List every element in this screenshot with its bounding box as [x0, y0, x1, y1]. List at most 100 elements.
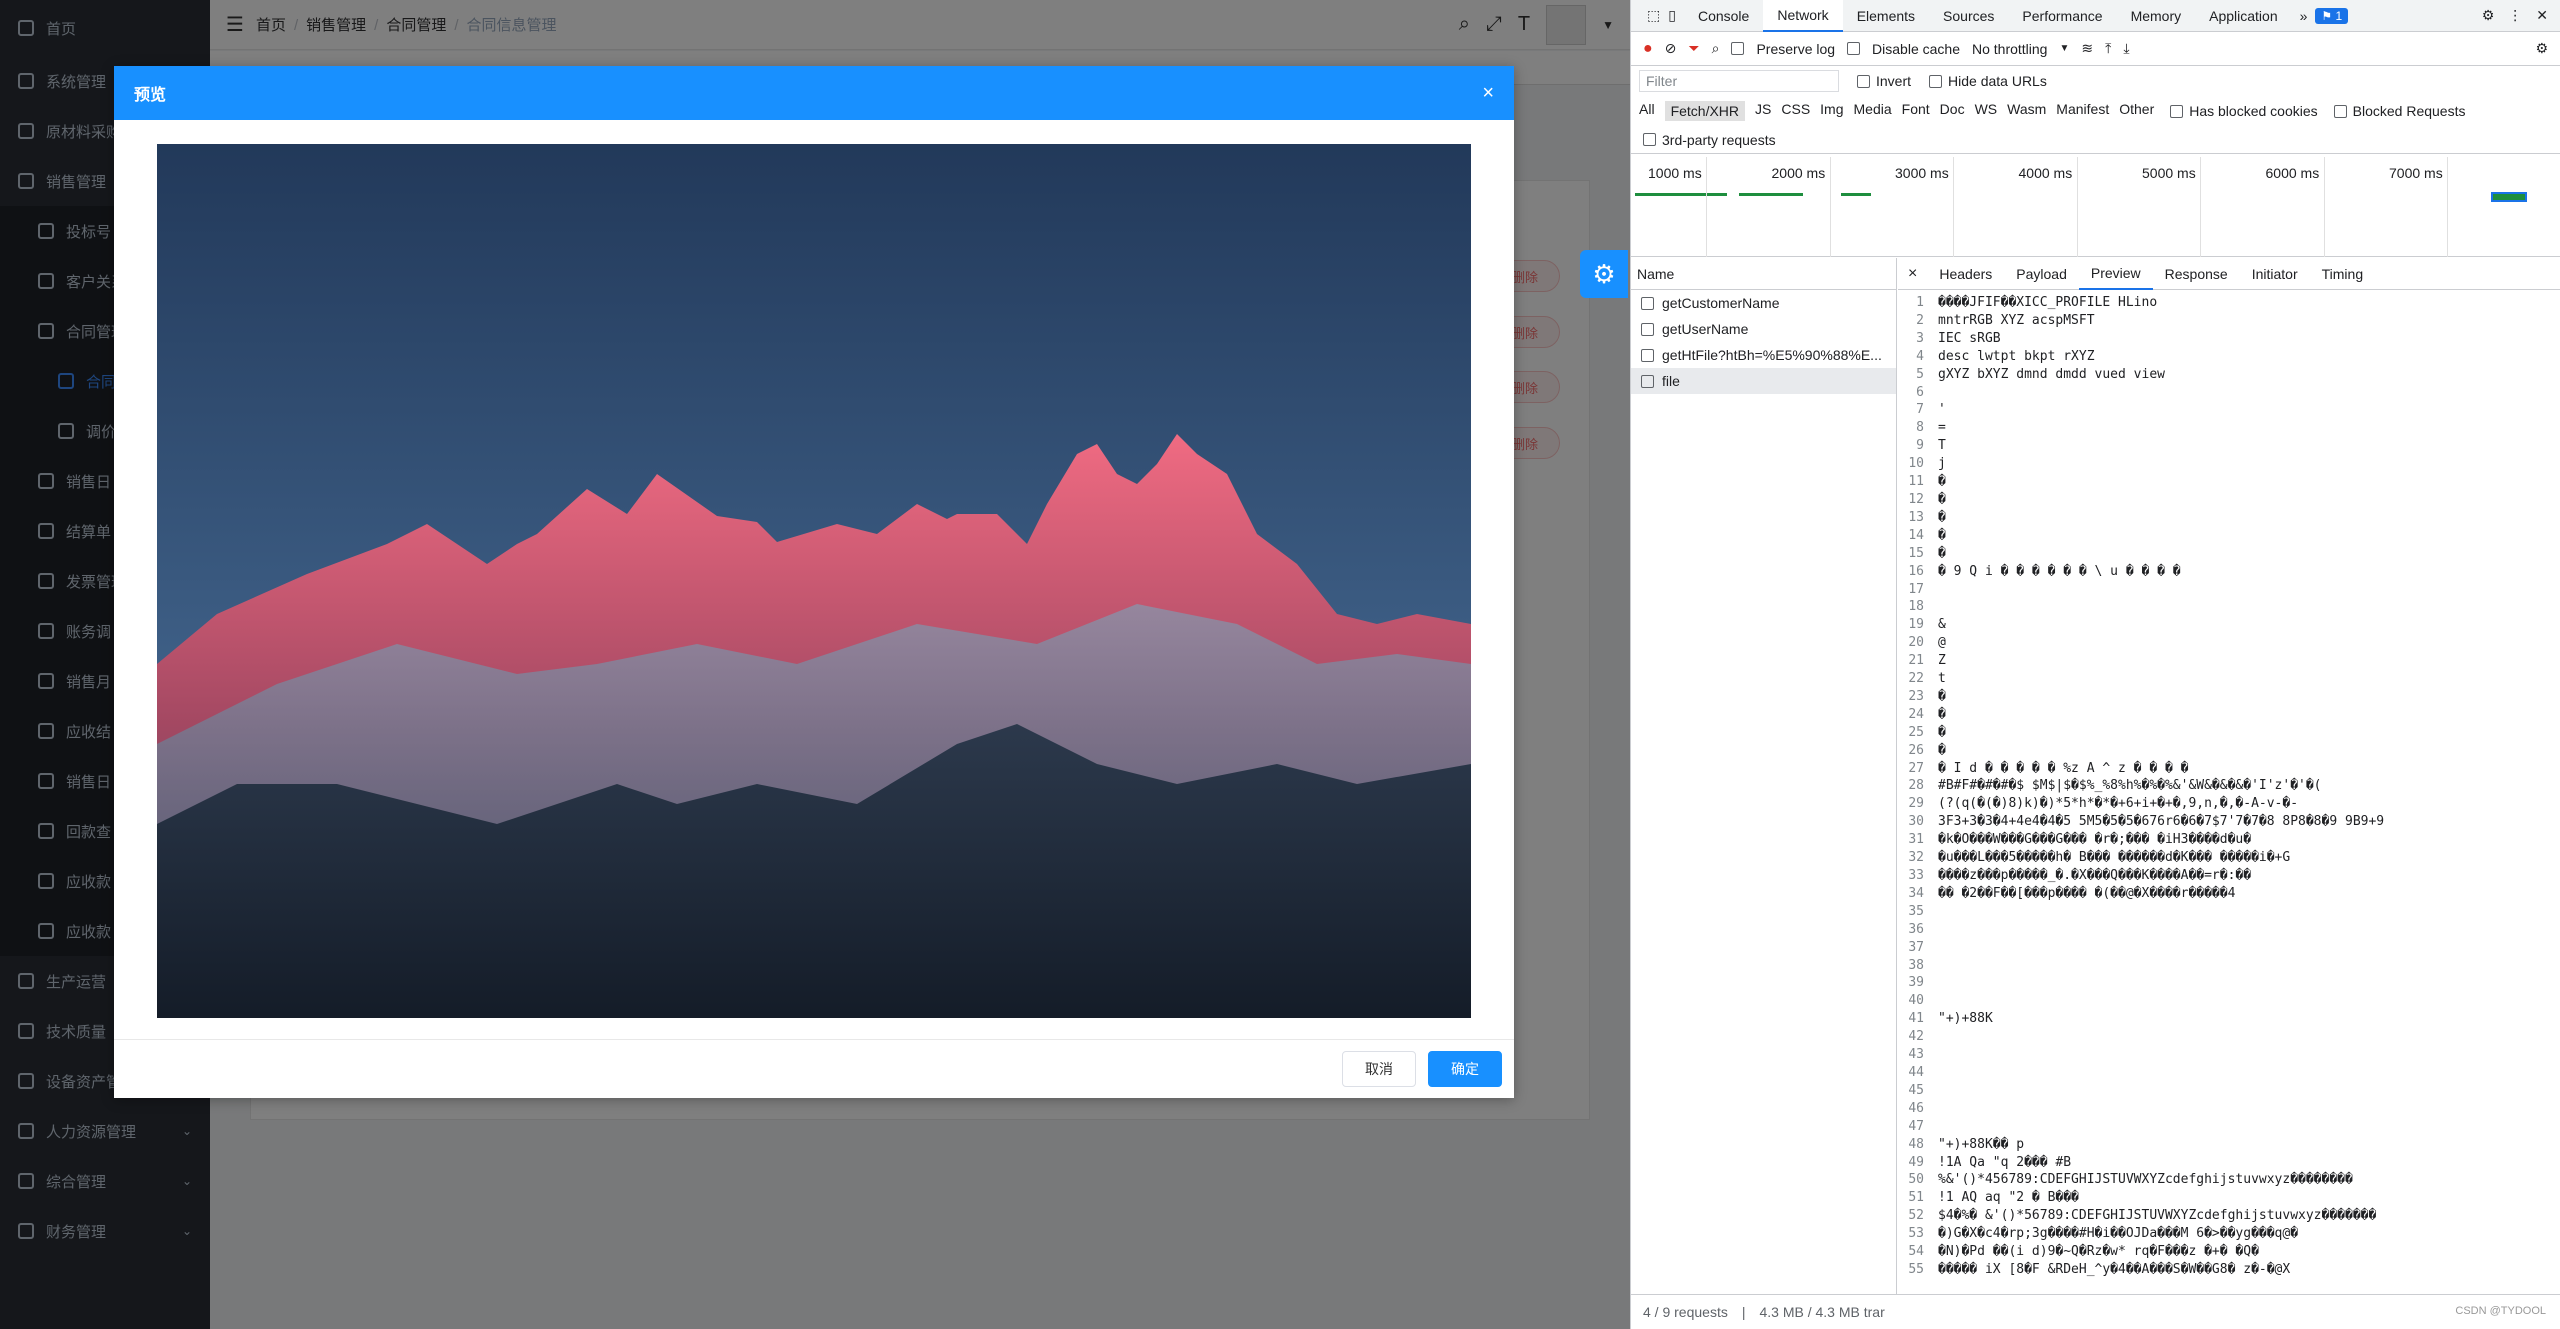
chevron-down-icon[interactable]: ▼ [2059, 43, 2069, 54]
preserve-log-checkbox[interactable] [1731, 42, 1745, 55]
line-text: �� �2��F��[���p���� �(��@�X����r�����4 [1938, 885, 2236, 901]
line-number: 35 [1908, 903, 1924, 919]
code-line: 26 � [1898, 742, 2560, 760]
timeline-gridline [1706, 157, 1707, 257]
filter-input[interactable]: Filter [1639, 70, 1839, 92]
type-filter[interactable]: All [1639, 101, 1655, 121]
close-detail-icon[interactable]: × [1898, 265, 1927, 283]
request-row[interactable]: file [1631, 368, 1896, 394]
code-line: 20 @ [1898, 634, 2560, 652]
detail-tab[interactable]: Preview [2078, 258, 2153, 290]
download-icon[interactable]: ⤓ [2123, 40, 2129, 57]
network-settings-icon[interactable]: ⚙ [2535, 40, 2560, 57]
devtools-tab[interactable]: Memory [2117, 0, 2196, 32]
mountain-image [157, 144, 1471, 1018]
line-number: 37 [1908, 939, 1924, 955]
line-text: ����z���p�����_�.�X���Q���K����A��=r�:�� [1938, 868, 2252, 883]
line-number: 25 [1908, 724, 1924, 740]
blocked-cookies-checkbox[interactable] [2170, 104, 2184, 118]
devtools-tab[interactable]: Console [1684, 0, 1763, 32]
invert-checkbox[interactable] [1857, 74, 1870, 88]
line-number: 46 [1908, 1100, 1924, 1116]
record-icon[interactable]: ● [1643, 40, 1653, 58]
preview-panel: × Headers Payload Preview Response Initiator… [1898, 258, 2560, 1294]
detail-tab[interactable]: Payload [2004, 258, 2079, 290]
code-line: 19 & [1898, 616, 2560, 634]
search-icon[interactable]: ⌕ [1712, 40, 1720, 57]
more-tabs-icon[interactable]: » [2292, 8, 2316, 24]
line-text: � [1938, 724, 1946, 740]
preview-dialog: 预览 × 取消 确定 [114, 66, 1514, 1098]
network-toolbar: ● ⊘ ⏷ ⌕ Preserve log Disable cache No th… [1631, 32, 2560, 66]
line-number: 5 [1916, 366, 1924, 382]
type-filter[interactable]: Fetch/XHR [1664, 101, 1746, 121]
code-line: 6 [1898, 384, 2560, 402]
type-filter[interactable]: Other [2119, 101, 2154, 121]
upload-icon[interactable]: ⤒ [2105, 40, 2111, 57]
wifi-icon[interactable]: ≋ [2081, 40, 2093, 57]
preview-code: 1 ����JFIF��XICC_PROFILE HLino 2 mntrRGB XY… [1898, 290, 2560, 1279]
timeline-bar [1841, 193, 1871, 196]
third-party-checkbox[interactable] [1643, 133, 1656, 146]
disable-cache-checkbox[interactable] [1847, 42, 1861, 55]
request-row[interactable]: getCustomerName [1631, 290, 1896, 316]
request-row[interactable]: getHtFile?htBh=%E5%90%88%E... [1631, 342, 1896, 368]
close-devtools-icon[interactable]: ✕ [2536, 7, 2548, 24]
type-filter[interactable]: Doc [1940, 101, 1965, 121]
request-row[interactable]: getUserName [1631, 316, 1896, 342]
line-text: � [1938, 688, 1946, 704]
type-filter[interactable]: Wasm [2007, 101, 2046, 121]
third-party-label: 3rd-party requests [1662, 131, 1776, 148]
type-filter[interactable]: Media [1854, 101, 1892, 121]
devtools-tab[interactable]: Application [2195, 0, 2292, 32]
throttling-select[interactable]: No throttling [1972, 41, 2047, 57]
line-text: � I d � � � � � %z A ^ z � � � � [1938, 760, 2189, 776]
type-filter[interactable]: WS [1975, 101, 1998, 121]
hide-data-urls-label: Hide data URLs [1948, 73, 2047, 89]
devtools-tab[interactable]: Network [1763, 0, 1843, 32]
devtools-tab[interactable]: Sources [1929, 0, 2008, 32]
type-filter[interactable]: JS [1755, 101, 1771, 121]
type-filter[interactable]: CSS [1781, 101, 1810, 121]
dialog-title: 预览 [134, 87, 167, 104]
hide-data-urls-checkbox[interactable] [1929, 74, 1943, 88]
code-line: 22 t [1898, 670, 2560, 688]
type-filter[interactable]: Font [1902, 101, 1930, 121]
settings-gear-icon[interactable]: ⚙ [1580, 250, 1628, 298]
kebab-menu-icon[interactable]: ⋮ [2508, 7, 2522, 24]
blocked-requests-checkbox[interactable] [2333, 104, 2347, 118]
invert-label: Invert [1876, 73, 1912, 89]
type-filter[interactable]: Manifest [2056, 101, 2109, 121]
line-number: 13 [1908, 509, 1924, 525]
device-toolbar-icon[interactable]: ▯ [1668, 7, 1684, 24]
line-text: � [1938, 509, 1946, 525]
devtools-tab[interactable]: Elements [1843, 0, 1929, 32]
devtools-tab[interactable]: Performance [2008, 0, 2116, 32]
settings-icon[interactable]: ⚙ [2482, 7, 2495, 24]
code-line: 44 [1898, 1064, 2560, 1082]
name-column-header[interactable]: Name [1631, 258, 1896, 290]
line-number: 3 [1916, 330, 1924, 346]
clear-icon[interactable]: ⊘ [1665, 40, 1677, 57]
detail-tab[interactable]: Initiator [2240, 258, 2310, 290]
close-icon[interactable]: × [1482, 82, 1494, 105]
inspect-icon[interactable]: ⬚ [1639, 7, 1668, 24]
line-number: 16 [1908, 563, 1924, 579]
code-line: 52 $4�%� &'()*56789:CDEFGHIJSTUVWXYZcdefg… [1898, 1207, 2560, 1225]
timeline-overview[interactable]: 1000 ms 2000 ms 3000 ms 4000 ms 5000 ms 6000 … [1631, 157, 2560, 257]
cancel-button[interactable]: 取消 [1342, 1051, 1416, 1087]
code-line: 7 ' [1898, 401, 2560, 419]
issues-badge[interactable]: ⚑ 1 [2315, 7, 2349, 24]
line-number: 32 [1908, 850, 1924, 866]
line-number: 2 [1916, 312, 1924, 328]
type-filter[interactable]: Img [1820, 101, 1843, 121]
filter-icon[interactable]: ⏷ [1688, 40, 1699, 57]
confirm-button[interactable]: 确定 [1428, 1051, 1502, 1087]
detail-tab[interactable]: Response [2153, 258, 2240, 290]
detail-tab[interactable]: Headers [1927, 258, 2004, 290]
line-number: 19 [1908, 617, 1924, 633]
line-number: 53 [1908, 1226, 1924, 1242]
detail-tab[interactable]: Timing [2310, 258, 2376, 290]
file-icon [1641, 322, 1654, 336]
code-line: 34 �� �2��F��[���p���� �(��@�X����r�����4 [1898, 885, 2560, 903]
